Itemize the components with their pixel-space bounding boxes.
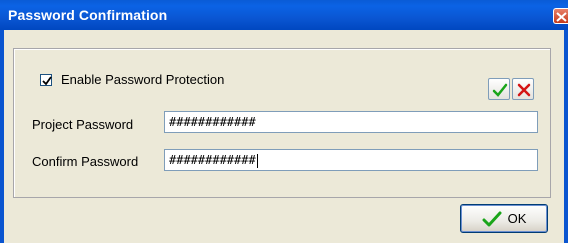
confirm-password-value: ############ — [169, 153, 256, 167]
project-password-field[interactable]: ############ — [164, 111, 538, 133]
accept-button[interactable] — [488, 78, 510, 100]
green-check-icon — [482, 211, 502, 226]
ok-label: OK — [507, 211, 527, 226]
confirm-password-label: Confirm Password — [32, 154, 139, 169]
confirm-password-field[interactable]: ############ — [164, 149, 538, 171]
checkmark-icon — [42, 75, 52, 85]
window-frame-left — [0, 30, 4, 243]
close-button[interactable] — [553, 8, 568, 24]
project-password-label: Project Password — [32, 117, 134, 132]
title-bar: Password Confirmation — [0, 0, 568, 30]
text-caret — [256, 153, 258, 168]
enable-protection-checkbox[interactable] — [40, 73, 52, 86]
window-title: Password Confirmation — [8, 7, 168, 23]
enable-protection-label: Enable Password Protection — [61, 72, 225, 87]
green-check-icon — [492, 83, 508, 97]
enable-protection-row[interactable]: Enable Password Protection — [40, 72, 224, 87]
red-x-icon — [517, 83, 531, 97]
reject-button[interactable] — [512, 78, 534, 100]
ok-button[interactable]: OK — [460, 204, 548, 233]
close-icon — [556, 12, 567, 22]
project-password-value: ############ — [169, 115, 256, 129]
window-frame-right — [564, 30, 568, 243]
